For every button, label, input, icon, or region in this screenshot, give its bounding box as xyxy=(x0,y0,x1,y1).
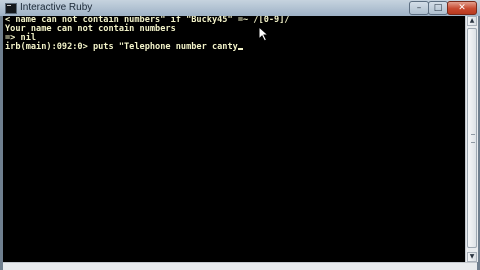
console-output[interactable]: < name can not contain numbers" if "Buck… xyxy=(3,16,465,262)
window-bottom-border xyxy=(3,262,477,270)
close-button[interactable]: ✕ xyxy=(447,1,477,15)
text-cursor xyxy=(237,48,243,50)
scroll-down-arrow-icon[interactable]: ▼ xyxy=(467,252,477,262)
maximize-button[interactable]: □ xyxy=(428,1,448,15)
scroll-thumb[interactable] xyxy=(467,28,477,248)
grip-icon xyxy=(471,134,475,143)
mouse-pointer-icon xyxy=(258,26,270,42)
irb-window: Interactive Ruby – □ ✕ < name can not co… xyxy=(0,0,480,270)
title-bar[interactable]: Interactive Ruby – □ ✕ xyxy=(0,0,480,16)
scroll-up-arrow-icon[interactable]: ▲ xyxy=(467,16,477,26)
window-title: Interactive Ruby xyxy=(20,2,93,13)
console-input-line[interactable]: irb(main):092:0> puts "Telephone number … xyxy=(5,43,243,52)
minimize-button[interactable]: – xyxy=(409,1,429,15)
console-window-icon xyxy=(5,3,17,14)
console-prompt-text: irb(main):092:0> puts "Telephone number … xyxy=(5,42,238,52)
vertical-scrollbar[interactable]: ▲ ▼ xyxy=(465,16,478,262)
